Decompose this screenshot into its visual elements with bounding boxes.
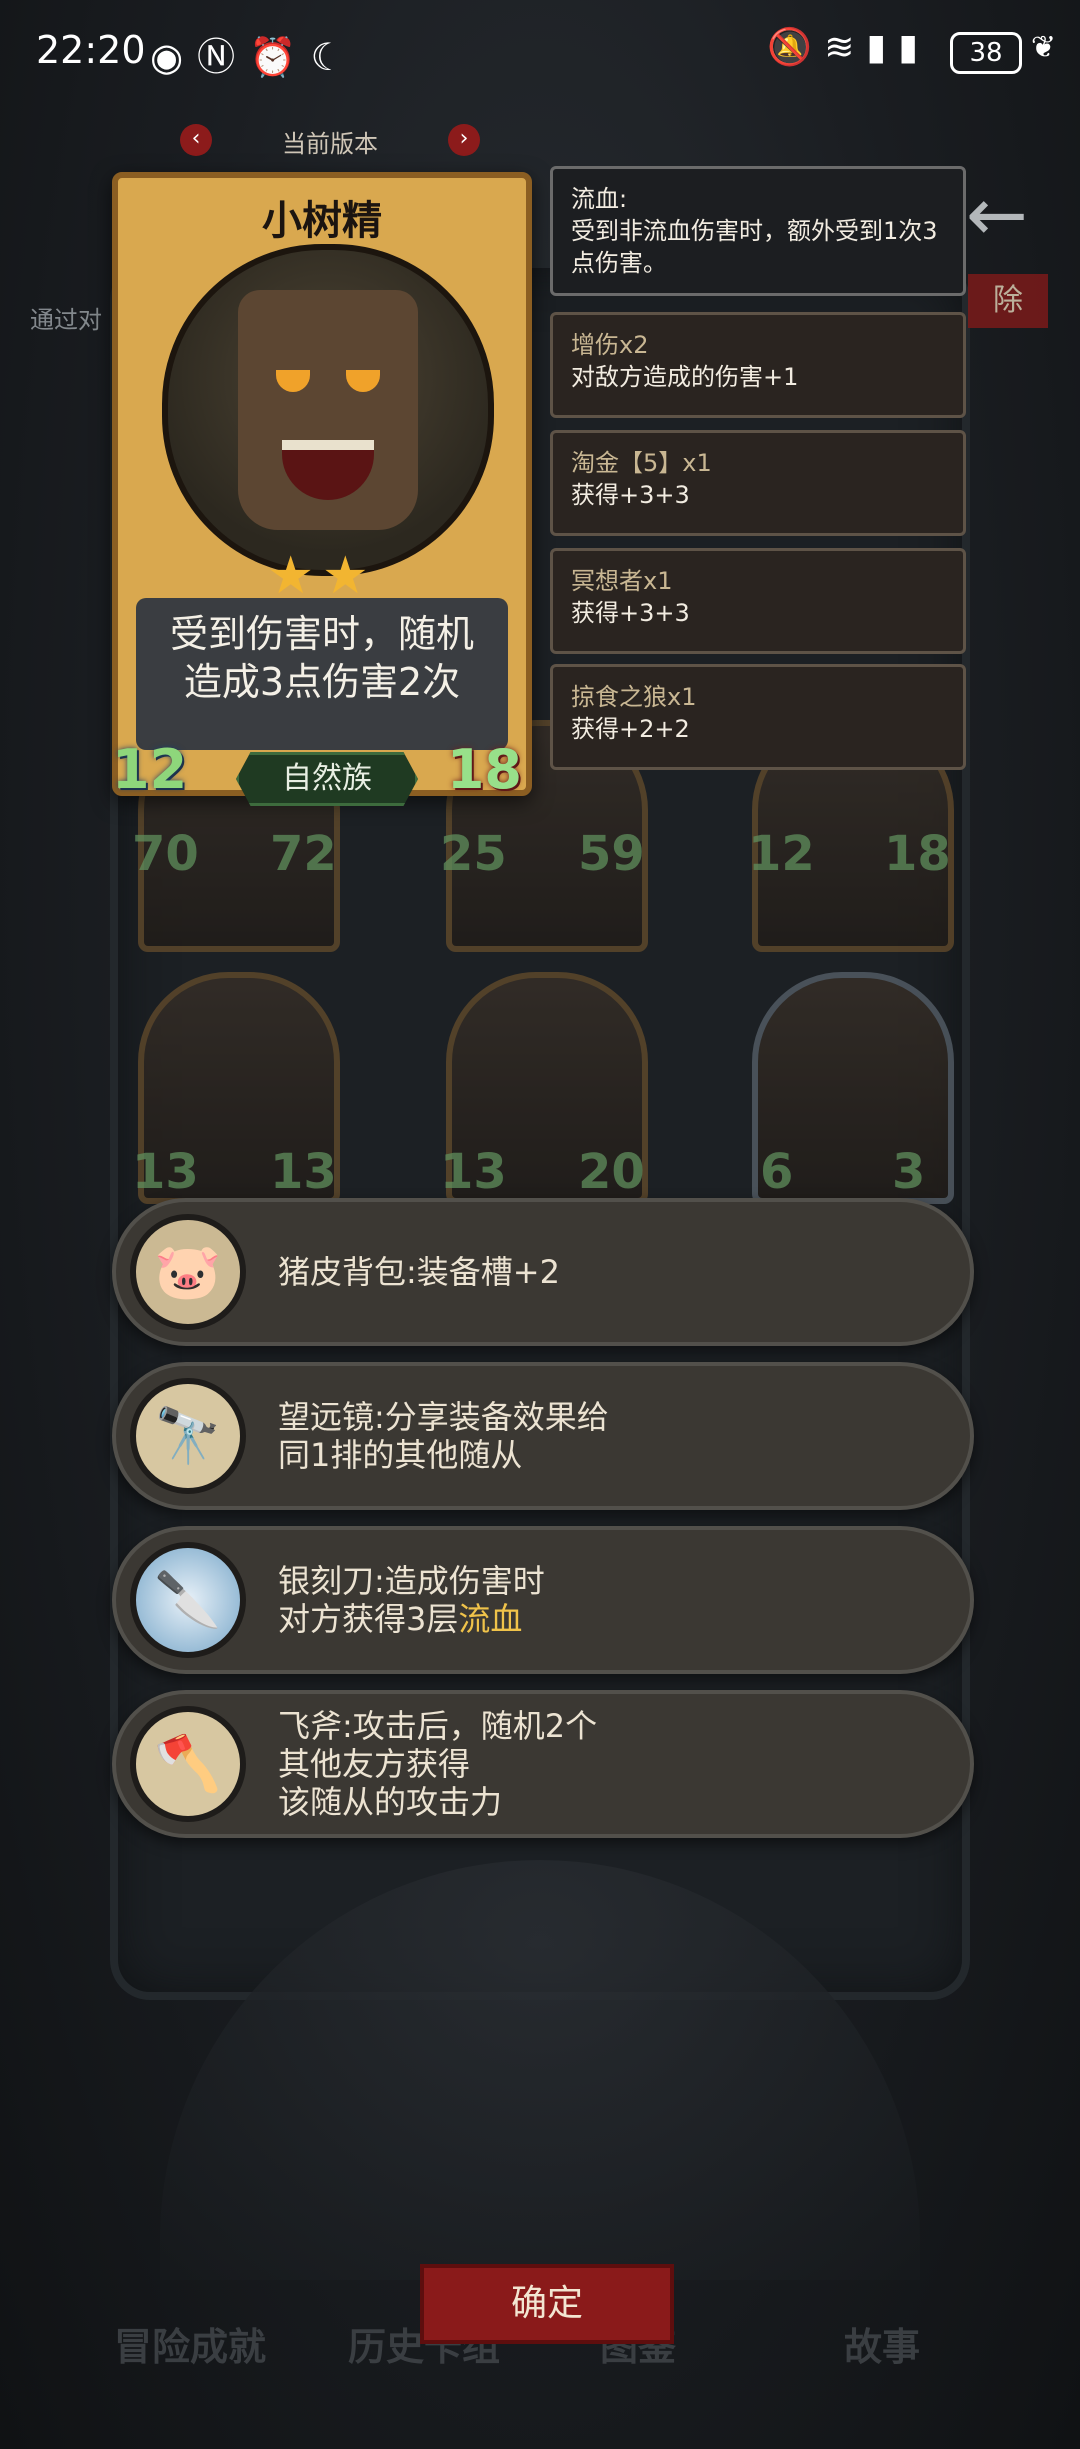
minion-attack: 13 xyxy=(440,1144,507,1200)
status-bar: 22:20 ◉Ⓝ⏰☾ 🔕≋▮▮ 38 ❦ xyxy=(0,0,1080,110)
signal2-icon: ▮ xyxy=(898,27,930,68)
telescope-icon: 🔭 xyxy=(130,1378,246,1494)
minion-attack: 13 xyxy=(132,1144,199,1200)
effect-title: 冥想者x1 xyxy=(571,567,673,595)
item-silver-knife[interactable]: 🔪 银刻刀:造成伤害时 对方获得3层流血 xyxy=(112,1526,974,1674)
remove-button[interactable]: 除 xyxy=(968,274,1048,328)
signal-icon: ▮ xyxy=(866,27,899,68)
version-label: 当前版本 xyxy=(282,130,378,158)
back-arrow-icon[interactable]: ← xyxy=(966,172,1028,258)
item-text: 飞斧:攻击后，随机2个 其他友方获得 该随从的攻击力 xyxy=(278,1707,598,1821)
battery-indicator: 38 xyxy=(950,32,1022,74)
moon-icon: ☾ xyxy=(310,35,359,79)
mute-icon: 🔕 xyxy=(767,27,825,68)
minion-health: 13 xyxy=(270,1144,337,1200)
hero-description-line: 受到伤害时，随机 xyxy=(169,612,474,656)
hero-description-line: 造成3点伤害2次 xyxy=(183,660,461,704)
wifi-icon: ≋ xyxy=(824,27,867,68)
bleed-keyword: 流血 xyxy=(458,1600,523,1638)
status-icons-left: ◉Ⓝ⏰☾ xyxy=(150,26,359,81)
minion-health: 18 xyxy=(884,826,951,882)
minion-attack: 12 xyxy=(748,826,815,882)
hero-description: 受到伤害时，随机 造成3点伤害2次 xyxy=(136,598,508,750)
effect-damage-up: 增伤x2 对敌方造成的伤害+1 xyxy=(550,312,966,418)
minion-attack: 70 xyxy=(132,826,199,882)
effect-meditator: 冥想者x1 获得+3+3 xyxy=(550,548,966,654)
item-pig-bag[interactable]: 🐷 猪皮背包:装备槽+2 xyxy=(112,1198,974,1346)
treant-face-icon xyxy=(238,290,418,530)
item-text: 望远镜:分享装备效果给 同1排的其他随从 xyxy=(278,1398,609,1474)
item-telescope[interactable]: 🔭 望远镜:分享装备效果给 同1排的其他随从 xyxy=(112,1362,974,1510)
hero-name: 小树精 xyxy=(262,198,382,244)
leaf-icon: ❦ xyxy=(1030,30,1056,65)
confirm-button[interactable]: 确定 xyxy=(420,2264,674,2344)
effect-title: 流血: xyxy=(571,185,628,213)
minion-health: 3 xyxy=(892,1144,926,1200)
minion-health: 59 xyxy=(578,826,645,882)
effect-title: 增伤x2 xyxy=(571,331,649,359)
effect-body: 对敌方造成的伤害+1 xyxy=(571,363,799,391)
prev-version-button[interactable]: ‹ xyxy=(180,124,212,156)
hero-attack: 12 xyxy=(112,738,188,801)
hint-text: 通过对 xyxy=(30,306,102,334)
version-switcher: ‹ 当前版本 › xyxy=(180,120,480,160)
minion-health: 72 xyxy=(270,826,337,882)
pig-bag-icon: 🐷 xyxy=(130,1214,246,1330)
axe-icon: 🪓 xyxy=(130,1706,246,1822)
minion-attack: 25 xyxy=(440,826,507,882)
effect-title: 淘金【5】x1 xyxy=(571,449,712,477)
hero-portrait xyxy=(162,244,494,576)
eye-icon: ◉ xyxy=(150,35,198,79)
item-text: 猪皮背包:装备槽+2 xyxy=(278,1253,560,1291)
hero-tribe: 自然族 xyxy=(236,752,418,806)
effect-title: 掠食之狼x1 xyxy=(571,683,697,711)
status-time: 22:20 xyxy=(36,28,146,72)
effect-body: 获得+3+3 xyxy=(571,599,690,627)
item-text: 银刻刀:造成伤害时 对方获得3层流血 xyxy=(278,1562,545,1638)
status-icons-right: 🔕≋▮▮ xyxy=(767,26,930,68)
silver-knife-icon: 🔪 xyxy=(130,1542,246,1658)
effect-body: 获得+2+2 xyxy=(571,715,690,743)
alarm-icon: ⏰ xyxy=(249,35,311,79)
minion-attack: 6 xyxy=(760,1144,794,1200)
star-rating: ★★ xyxy=(267,546,377,606)
nav-achievements[interactable]: 冒险成就 xyxy=(114,2316,266,2371)
effect-body: 获得+3+3 xyxy=(571,481,690,509)
effect-bleed: 流血: 受到非流血伤害时，额外受到1次3点伤害。 xyxy=(550,166,966,296)
hero-card: 小树精 ★★ 受到伤害时，随机 造成3点伤害2次 12 自然族 18 xyxy=(112,172,532,806)
item-flying-axe[interactable]: 🪓 飞斧:攻击后，随机2个 其他友方获得 该随从的攻击力 xyxy=(112,1690,974,1838)
nav-story[interactable]: 故事 xyxy=(844,2316,920,2371)
effect-predator-wolf: 掠食之狼x1 获得+2+2 xyxy=(550,664,966,770)
effect-gold-rush: 淘金【5】x1 获得+3+3 xyxy=(550,430,966,536)
next-version-button[interactable]: › xyxy=(448,124,480,156)
hero-health: 18 xyxy=(446,738,522,801)
nfc-icon: Ⓝ xyxy=(197,35,250,79)
effect-body: 受到非流血伤害时，额外受到1次3点伤害。 xyxy=(571,217,938,277)
minion-health: 20 xyxy=(578,1144,645,1200)
